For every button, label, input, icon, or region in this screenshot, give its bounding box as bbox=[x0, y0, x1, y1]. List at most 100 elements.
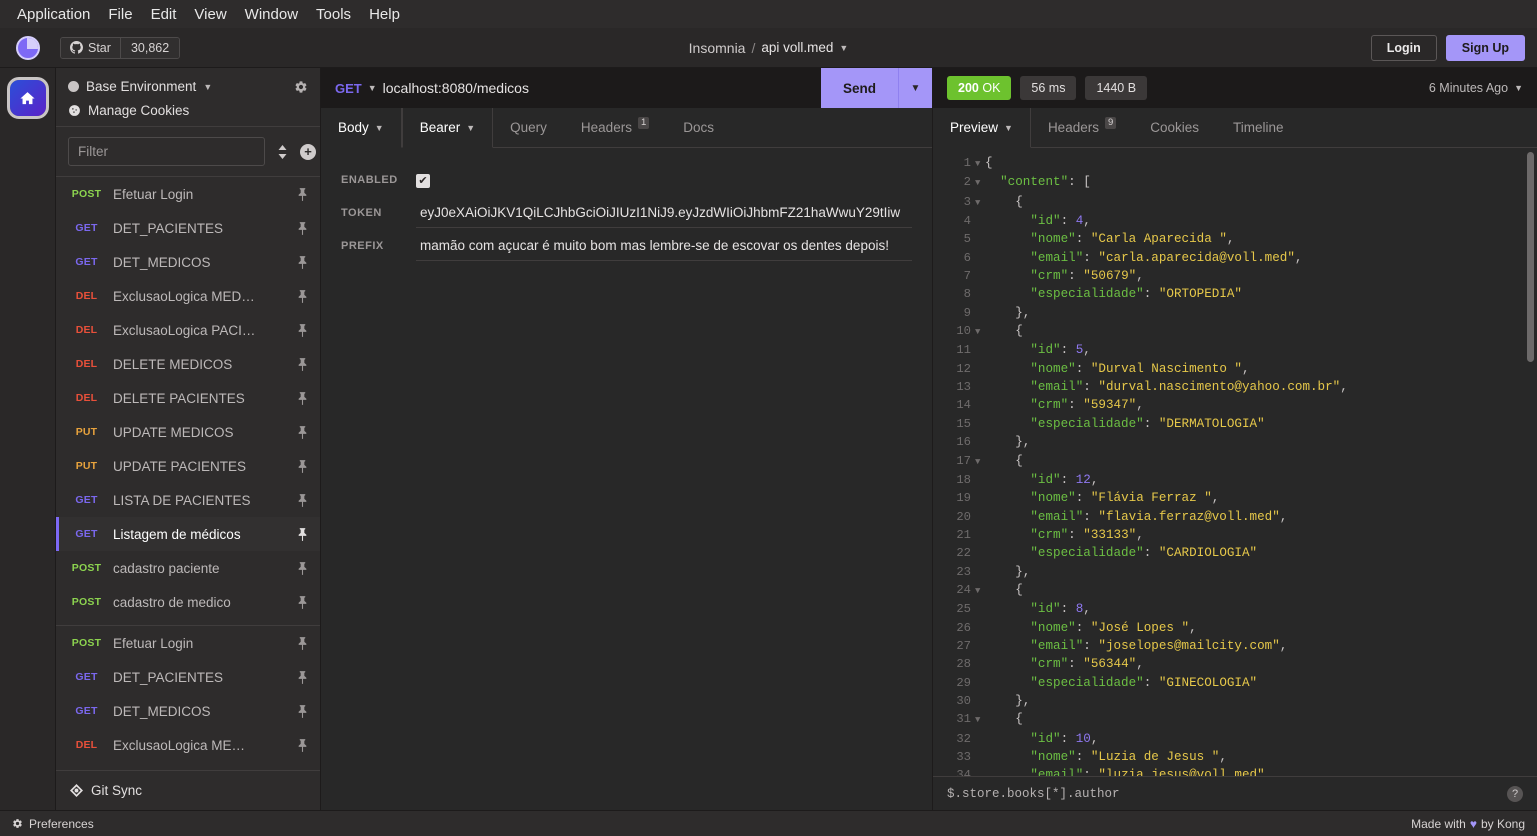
request-list-item[interactable]: GET LISTA DE PACIENTES bbox=[56, 483, 320, 517]
github-star-count[interactable]: 30,862 bbox=[119, 37, 180, 58]
request-list-item[interactable]: DEL ExclusaoLogica ME… bbox=[56, 728, 320, 762]
tab-response-cookies[interactable]: Cookies bbox=[1133, 108, 1216, 147]
request-list-item[interactable]: GET DET_PACIENTES bbox=[56, 660, 320, 694]
response-tabs[interactable]: Preview ▼ Headers 9 Cookies Timeline bbox=[933, 108, 1537, 148]
request-list-item[interactable]: DEL ExclusaoLogica MED… bbox=[56, 279, 320, 313]
pin-icon[interactable] bbox=[297, 425, 308, 439]
response-history-selector[interactable]: 6 Minutes Ago ▼ bbox=[1429, 81, 1523, 95]
line-number: 11 bbox=[956, 343, 971, 358]
jsonpath-filter-input[interactable]: $.store.books[*].author bbox=[947, 787, 1507, 801]
pin-icon[interactable] bbox=[297, 636, 308, 650]
fold-toggle-icon[interactable]: ▼ bbox=[973, 582, 985, 600]
sort-icon[interactable] bbox=[277, 144, 288, 159]
request-list-item[interactable]: POST cadastro de medico bbox=[56, 585, 320, 619]
pin-icon[interactable] bbox=[297, 738, 308, 752]
breadcrumb-workspace[interactable]: api voll.med bbox=[761, 40, 833, 55]
pin-icon[interactable] bbox=[297, 289, 308, 303]
pin-icon[interactable] bbox=[297, 459, 308, 473]
pin-icon[interactable] bbox=[297, 187, 308, 201]
request-list-item[interactable]: GET DET_MEDICOS bbox=[56, 245, 320, 279]
tab-request-query[interactable]: Query bbox=[493, 108, 564, 147]
pin-icon[interactable] bbox=[297, 670, 308, 684]
request-list-item[interactable]: DEL ExclusaoLogica PACI… bbox=[56, 313, 320, 347]
code-text: "email": "luzia.jesus@voll.med", bbox=[1030, 768, 1273, 776]
pin-icon[interactable] bbox=[297, 493, 308, 507]
menu-item-help[interactable]: Help bbox=[360, 3, 409, 26]
made-with-credit: Made with ♥ by Kong bbox=[1411, 817, 1525, 831]
enabled-checkbox[interactable]: ✔ bbox=[416, 174, 430, 188]
github-star-button[interactable]: Star 30,862 bbox=[60, 36, 181, 59]
filter-input[interactable] bbox=[68, 137, 265, 166]
git-sync-button[interactable]: Git Sync bbox=[56, 770, 320, 810]
request-list-item[interactable]: PUT UPDATE MEDICOS bbox=[56, 415, 320, 449]
token-input[interactable]: eyJ0eXAiOiJKV1QiLCJhbGciOiJIUzI1NiJ9.eyJ… bbox=[416, 201, 912, 228]
preferences-button[interactable]: Preferences bbox=[12, 817, 94, 831]
tab-response-headers[interactable]: Headers 9 bbox=[1031, 108, 1133, 147]
menu-item-tools[interactable]: Tools bbox=[307, 3, 360, 26]
pin-icon[interactable] bbox=[297, 221, 308, 235]
fold-toggle-icon[interactable]: ▼ bbox=[973, 323, 985, 341]
pin-icon[interactable] bbox=[297, 391, 308, 405]
fold-toggle-icon[interactable]: ▼ bbox=[973, 155, 985, 173]
pin-icon[interactable] bbox=[297, 561, 308, 575]
add-request-icon[interactable]: + bbox=[300, 143, 316, 160]
pin-icon[interactable] bbox=[297, 704, 308, 718]
manage-cookies-button[interactable]: Manage Cookies bbox=[68, 103, 308, 118]
pin-icon[interactable] bbox=[297, 357, 308, 371]
url-input[interactable]: localhost:8080/medicos bbox=[383, 80, 821, 96]
tab-request-headers[interactable]: Headers 1 bbox=[564, 108, 666, 147]
request-list-item[interactable]: PUT UPDATE PACIENTES bbox=[56, 449, 320, 483]
fold-toggle-icon[interactable]: ▼ bbox=[973, 194, 985, 212]
tab-response-preview[interactable]: Preview ▼ bbox=[933, 108, 1031, 148]
menu-item-view[interactable]: View bbox=[185, 3, 235, 26]
environment-selector[interactable]: Base Environment ▼ bbox=[68, 77, 308, 96]
help-icon[interactable]: ? bbox=[1507, 785, 1523, 802]
tab-request-docs[interactable]: Docs bbox=[666, 108, 731, 147]
fold-toggle-icon[interactable]: ▼ bbox=[973, 174, 985, 192]
response-status-bar: 200 OK 56 ms 1440 B 6 Minutes Ago ▼ bbox=[933, 68, 1537, 108]
signup-button[interactable]: Sign Up bbox=[1445, 34, 1525, 61]
fold-toggle-icon[interactable]: ▼ bbox=[973, 453, 985, 471]
request-list-item[interactable]: POST Efetuar Login bbox=[56, 626, 320, 660]
request-list-item[interactable]: GET DET_PACIENTES bbox=[56, 211, 320, 245]
menu-item-application[interactable]: Application bbox=[8, 3, 99, 26]
tab-request-bearer[interactable]: Bearer ▼ bbox=[401, 108, 494, 148]
breadcrumb-app-name[interactable]: Insomnia bbox=[689, 40, 746, 56]
menu-item-file[interactable]: File bbox=[99, 3, 141, 26]
pin-icon[interactable] bbox=[297, 255, 308, 269]
request-list[interactable]: POST Efetuar Login GET DET_PACIENTES GET DET_… bbox=[56, 177, 320, 770]
github-star-left[interactable]: Star bbox=[61, 37, 120, 58]
request-list-item[interactable]: DEL DELETE PACIENTES bbox=[56, 381, 320, 415]
chevron-down-icon[interactable]: ▼ bbox=[839, 43, 848, 53]
prefix-input[interactable]: mamão com açucar é muito bom mas lembre-… bbox=[416, 234, 912, 261]
request-pane: GET ▼ localhost:8080/medicos Send ▼ Body… bbox=[321, 68, 933, 810]
send-options-icon[interactable]: ▼ bbox=[898, 68, 932, 108]
response-body-viewer[interactable]: 1 ▼{2 ▼ "content": [3 ▼ {4 "id": 4, 5 "nome"… bbox=[933, 148, 1537, 776]
request-list-item[interactable]: POST cadastro paciente bbox=[56, 551, 320, 585]
pin-icon[interactable] bbox=[297, 527, 308, 541]
tab-request-body[interactable]: Body ▼ bbox=[321, 108, 402, 148]
home-button[interactable] bbox=[6, 77, 49, 119]
menu-item-edit[interactable]: Edit bbox=[142, 3, 186, 26]
gear-icon[interactable] bbox=[294, 80, 308, 94]
pin-icon[interactable] bbox=[297, 323, 308, 337]
request-method-badge: GET bbox=[75, 705, 98, 717]
menu-item-window[interactable]: Window bbox=[236, 3, 307, 26]
login-button[interactable]: Login bbox=[1370, 34, 1437, 61]
request-list-item[interactable]: POST Efetuar Login bbox=[56, 177, 320, 211]
fold-toggle-icon[interactable]: ▼ bbox=[973, 711, 985, 729]
tab-response-timeline[interactable]: Timeline bbox=[1216, 108, 1301, 147]
request-tabs[interactable]: Body ▼ Bearer ▼ Query Headers 1 Docs bbox=[321, 108, 932, 148]
code-line: 1 ▼{ bbox=[933, 154, 1537, 173]
response-scrollbar[interactable] bbox=[1527, 152, 1534, 362]
jsonpath-filter-bar: $.store.books[*].author ? bbox=[933, 776, 1537, 810]
code-text: "content": [ bbox=[1000, 175, 1091, 190]
request-list-item[interactable]: GET Listagem de médicos bbox=[56, 517, 320, 551]
request-list-item[interactable]: DEL DELETE MEDICOS bbox=[56, 347, 320, 381]
pin-icon[interactable] bbox=[297, 595, 308, 609]
code-text: "nome": "Carla Aparecida ", bbox=[1030, 232, 1235, 247]
send-button[interactable]: Send bbox=[820, 68, 898, 108]
request-list-item[interactable]: GET DET_MEDICOS bbox=[56, 694, 320, 728]
status-bar: Preferences Made with ♥ by Kong bbox=[0, 810, 1537, 836]
method-selector[interactable]: GET ▼ bbox=[321, 81, 383, 96]
